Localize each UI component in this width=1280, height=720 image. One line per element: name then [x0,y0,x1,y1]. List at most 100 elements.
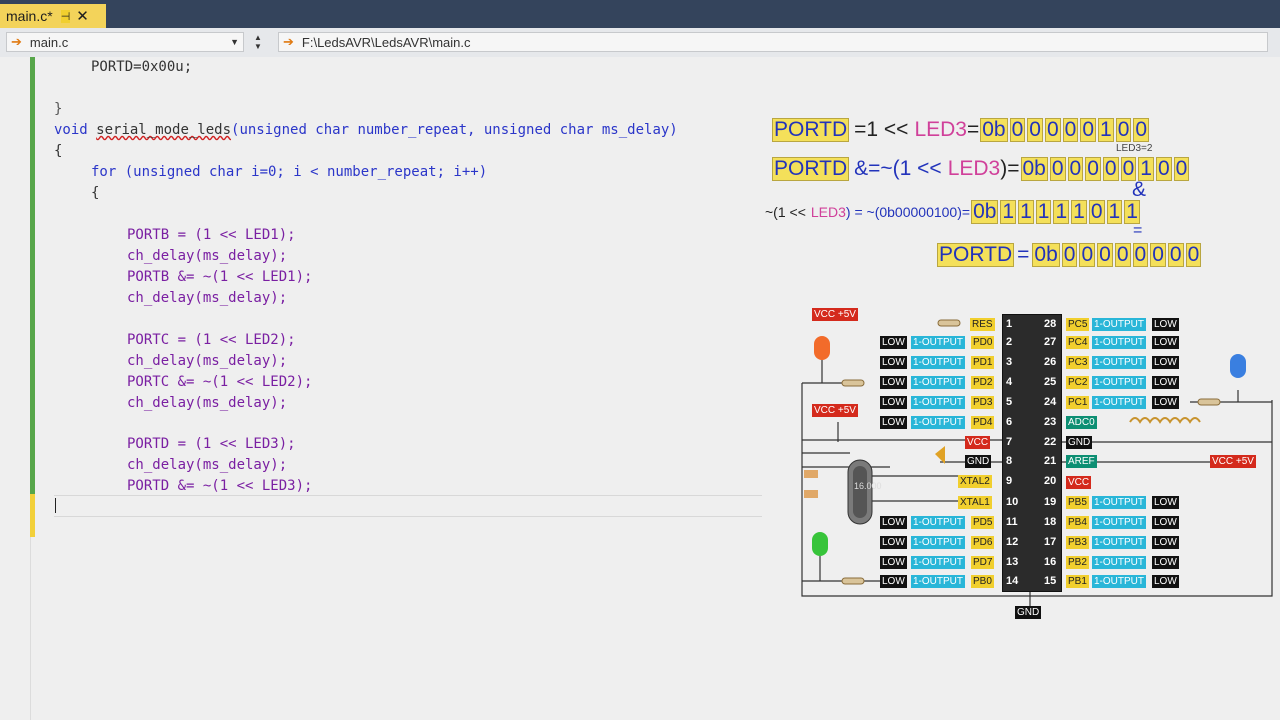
pin-label: PC3 [1066,356,1090,369]
close-icon[interactable]: ✕ [76,7,89,25]
bit: 0 [1173,157,1190,181]
bit: 0 [1097,243,1113,267]
pin-number: 24 [1044,396,1057,408]
pin-number: 15 [1044,575,1057,587]
bit: 0 [1080,118,1097,142]
pin-number: 3 [1006,356,1013,368]
pin-number: 12 [1006,536,1019,548]
function-name: serial_mode_leds [96,122,232,138]
tab-main-c[interactable]: main.c* ⊣ ✕ [0,4,106,28]
chevron-down-icon: ▼ [230,37,239,47]
code-line-1: PORTD=0x00u; [91,59,193,75]
pin-number: 1 [1006,318,1013,330]
pin-number: 21 [1044,455,1057,467]
bit: 0 [1115,118,1132,142]
bit: 0 [1079,243,1096,267]
pin-number: 19 [1044,496,1057,508]
caret-down-icon: ▼ [254,42,262,51]
output-label: 1-OUTPUT [1092,318,1146,331]
pin-label: PD5 [971,516,995,529]
output-label: 1-OUTPUT [911,376,965,389]
low-label: LOW [880,336,907,349]
pin-number: 20 [1044,475,1057,487]
code-line-3: void serial_mode_leds(unsigned char numb… [54,120,678,140]
pin-label: PB3 [1066,536,1089,549]
pin-number: 13 [1006,556,1019,568]
pin-label: PB4 [1066,516,1089,529]
and-symbol: & [1132,178,1147,201]
annotation-row-4: PORTD = 0b 0 0 0 0 0 0 0 0 [936,243,1202,267]
output-label: 1-OUTPUT [911,356,965,369]
bit: 1 [1098,118,1114,142]
code-line-6: { [91,185,100,201]
gnd-label: GND [965,455,992,468]
output-label: 1-OUTPUT [1092,496,1146,509]
low-label: LOW [880,376,907,389]
portd-label: PORTD [772,118,850,142]
pin-label: PD4 [971,416,995,429]
low-label: LOW [1152,356,1179,369]
code-line-15: PORTD = (1 << LED3); [127,436,296,452]
pin-number: 7 [1006,436,1013,448]
close-equals: )= [1000,157,1020,180]
output-label: 1-OUTPUT [911,536,965,549]
pin-number: 26 [1044,356,1057,368]
title-bar: main.c* ⊣ ✕ [0,0,1280,28]
vcc-label: VCC [1066,476,1092,489]
binary-prefix: 0b [971,200,999,224]
code-line-10: ch_delay(ms_delay); [127,290,288,306]
pin-label: PC2 [1066,376,1090,389]
code-line-8: ch_delay(ms_delay); [127,248,288,264]
output-label: 1-OUTPUT [1092,376,1146,389]
low-label: LOW [1152,376,1179,389]
output-label: 1-OUTPUT [1092,336,1146,349]
led3-label: LED3 [947,157,1001,180]
current-line-highlight [54,495,762,517]
shift-operator: =1 << [854,118,909,141]
bit: 0 [1067,157,1084,181]
output-label: 1-OUTPUT [911,336,965,349]
crystal-label: 16.000 [854,481,882,491]
code-line-9: PORTB &= ~(1 << LED1); [127,269,313,285]
binary-prefix: 0b [1020,157,1048,181]
pin-number: 28 [1044,318,1057,330]
pin-label: PB1 [1066,575,1089,588]
bit: 1 [1035,200,1052,224]
low-label: LOW [880,575,907,588]
code-line-16: ch_delay(ms_delay); [127,457,288,473]
binary-prefix: 0b [1032,243,1060,267]
file-dropdown[interactable]: ➔ main.c ▼ [6,32,244,52]
bit: 0 [1061,243,1078,267]
pin-label: PD1 [971,356,995,369]
pin-icon[interactable]: ⊣ [60,9,71,23]
pin-label: PC1 [1066,396,1090,409]
low-label: LOW [880,416,907,429]
bit: 0 [1185,243,1202,267]
code-line-14: ch_delay(ms_delay); [127,395,288,411]
path-dropdown[interactable]: ➔ F:\LedsAVR\LedsAVR\main.c [278,32,1268,52]
pin-number: 18 [1044,516,1057,528]
code-line-13: PORTC &= ~(1 << LED2); [127,374,313,390]
pin-number: 6 [1006,416,1013,428]
code-line-11: PORTC = (1 << LED2); [127,332,296,348]
code-line-17: PORTD &= ~(1 << LED3); [127,478,313,494]
arrow-right-icon: ➔ [11,34,22,49]
binary-prefix: 0b [980,118,1008,142]
low-label: LOW [1152,396,1179,409]
pin-label: PD7 [971,556,995,569]
output-label: 1-OUTPUT [1092,516,1146,529]
bit: 0 [1133,118,1150,142]
bit: 0 [1132,243,1149,267]
res-pin-label: RES [970,318,995,331]
output-label: 1-OUTPUT [911,556,965,569]
pin-number: 27 [1044,336,1057,348]
bit: 0 [1009,118,1026,142]
pin-number: 10 [1006,496,1019,508]
bit: 1 [1071,200,1087,224]
low-label: LOW [880,356,907,369]
pin-label: PD6 [971,536,995,549]
pin-number: 25 [1044,376,1057,388]
splitter-spinner[interactable]: ▲ ▼ [250,32,266,52]
bit: 0 [1049,157,1066,181]
avr-circuit-diagram: VCC +5V RES LOW 1-OUTPUT PD0 LOW 1-OUTPU… [790,300,1280,630]
